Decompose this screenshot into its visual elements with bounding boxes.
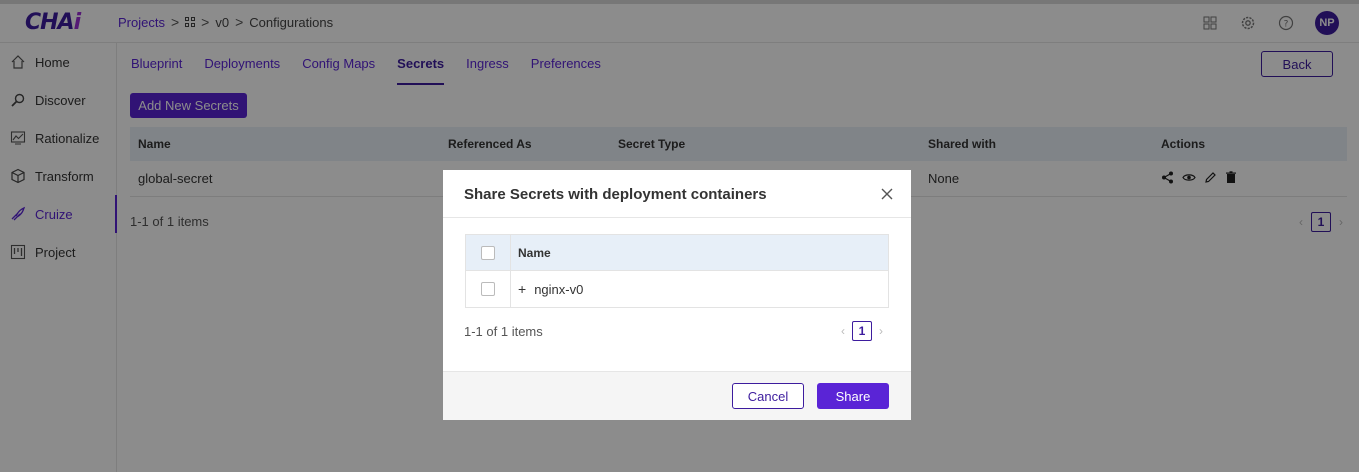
modal-footer: Cancel Share (443, 371, 911, 420)
prev-page-icon[interactable]: ‹ (841, 324, 845, 338)
row-select-cell (466, 271, 511, 307)
modal-header: Share Secrets with deployment containers (443, 170, 911, 218)
next-page-icon[interactable]: › (879, 324, 883, 338)
cancel-button[interactable]: Cancel (732, 383, 804, 409)
select-all-checkbox[interactable] (481, 245, 495, 260)
modal-title: Share Secrets with deployment containers (464, 186, 767, 203)
select-all-cell (466, 235, 511, 270)
page-number[interactable]: 1 (852, 321, 872, 341)
expand-row-icon[interactable]: + (518, 281, 526, 297)
share-button[interactable]: Share (817, 383, 889, 409)
containers-table: Name + nginx-v0 (465, 234, 889, 308)
close-icon[interactable] (880, 187, 894, 201)
row-checkbox[interactable] (481, 282, 495, 296)
modal-item-count: 1-1 of 1 items (464, 324, 543, 339)
table-row: + nginx-v0 (466, 271, 888, 307)
container-name: nginx-v0 (534, 281, 584, 297)
column-header-name: Name (518, 245, 551, 260)
share-secrets-modal: Share Secrets with deployment containers… (443, 170, 911, 420)
modal-pagination: ‹ 1 › (841, 321, 883, 341)
container-name-cell: + nginx-v0 (511, 281, 583, 297)
containers-table-header: Name (466, 235, 888, 271)
